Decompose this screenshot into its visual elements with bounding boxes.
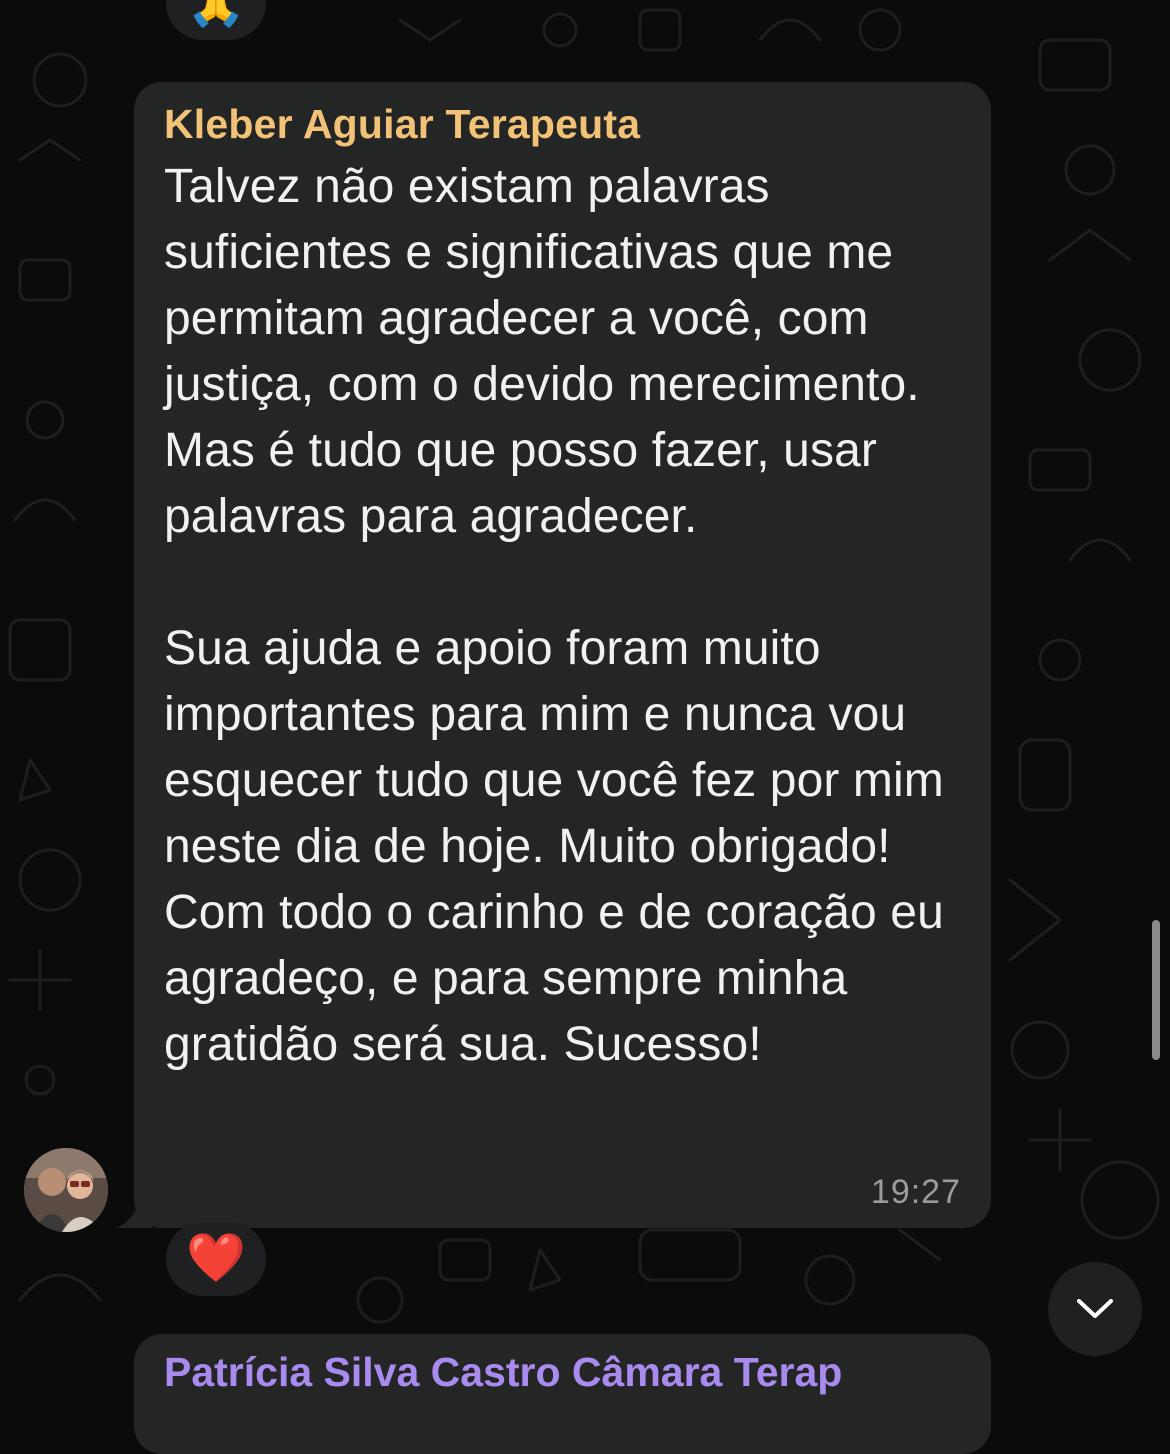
scroll-down-button[interactable] [1048, 1262, 1142, 1356]
folded-hands-icon: 🙏 [186, 0, 246, 29]
message-text: Talvez não existam palavras suficientes … [164, 160, 944, 1071]
scrollbar[interactable] [1152, 920, 1160, 1060]
heart-reaction[interactable]: ❤️ [166, 1222, 266, 1296]
red-heart-icon: ❤️ [186, 1232, 246, 1285]
message-bubble[interactable]: Kleber Aguiar Terapeuta Talvez não exist… [134, 82, 991, 1228]
avatar-photo [24, 1148, 108, 1232]
sender-name[interactable]: Kleber Aguiar Terapeuta [164, 100, 961, 148]
next-sender-name[interactable]: Patrícia Silva Castro Câmara Terap [164, 1348, 961, 1396]
message-timestamp: 19:27 [870, 1173, 961, 1211]
chevron-down-icon [1077, 1299, 1113, 1318]
next-message-bubble[interactable]: Patrícia Silva Castro Câmara Terap [134, 1334, 991, 1454]
avatar[interactable] [24, 1148, 108, 1232]
